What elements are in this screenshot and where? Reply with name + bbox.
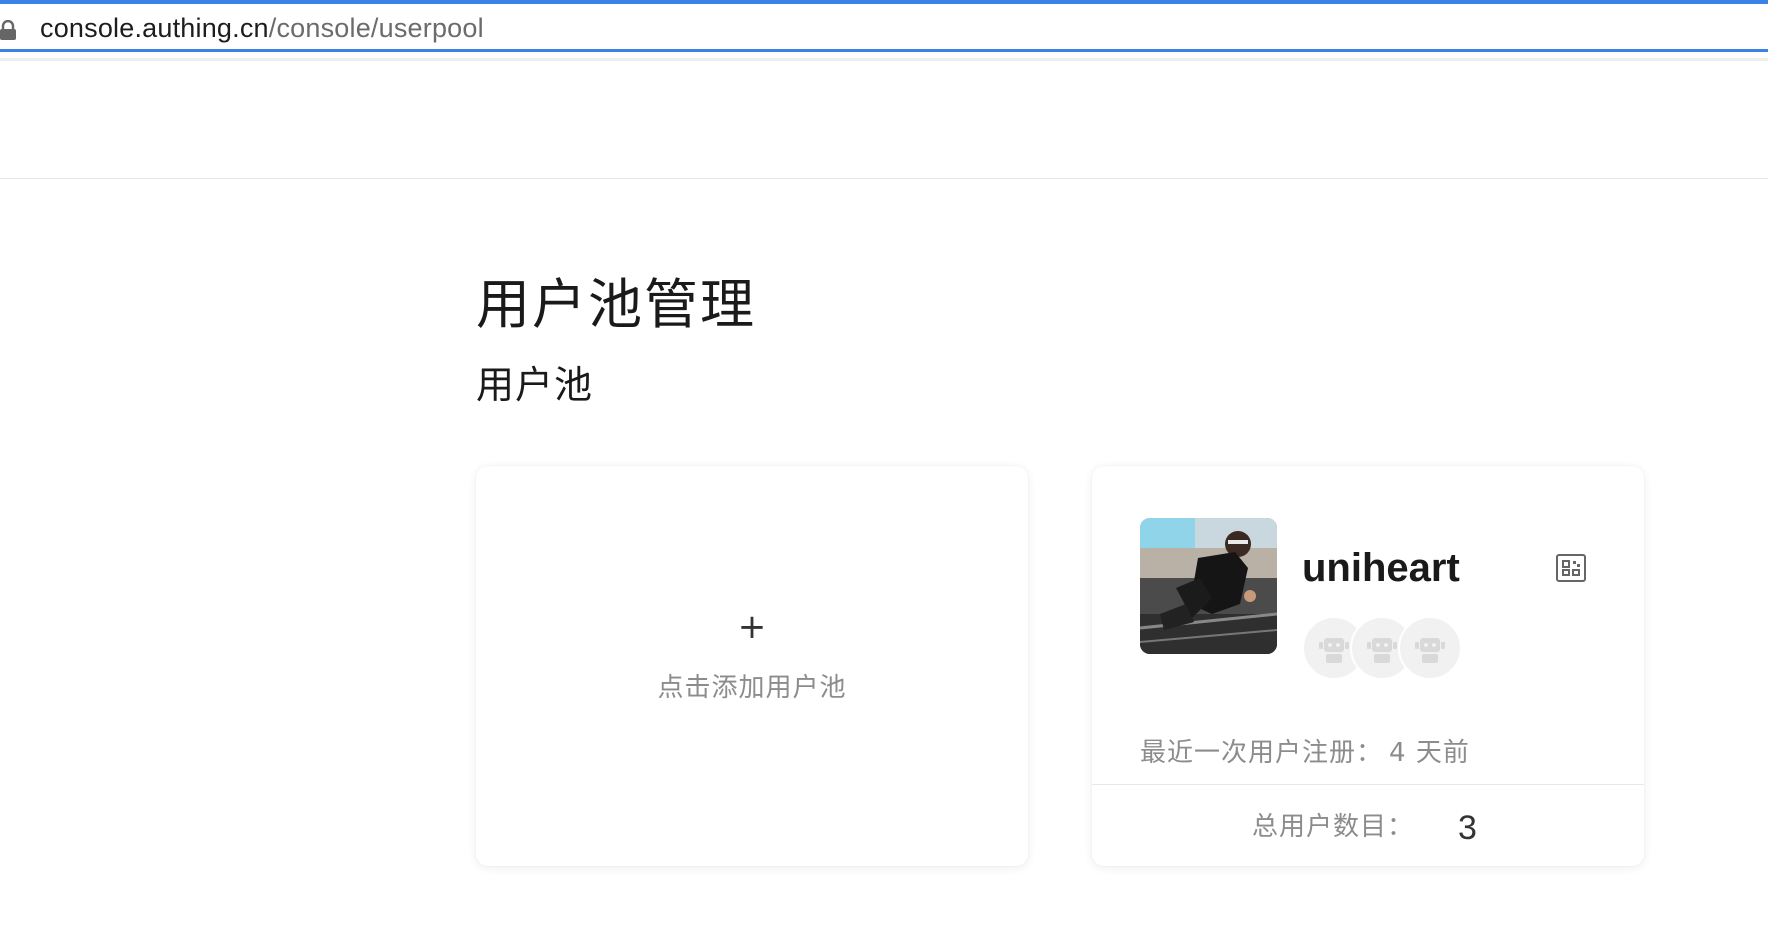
qr-code-icon[interactable] <box>1556 554 1586 582</box>
card-divider <box>1092 784 1644 785</box>
lock-icon[interactable] <box>0 19 16 40</box>
page-title: 用户池管理 <box>476 273 756 336</box>
total-users-value: 3 <box>1458 809 1477 847</box>
section-title: 用户池 <box>476 363 594 407</box>
url-domain: console.authing.cn <box>40 13 269 43</box>
add-userpool-card[interactable] <box>476 466 1028 866</box>
address-bar[interactable]: console.authing.cn/console/userpool <box>0 4 1768 52</box>
url-path: /console/userpool <box>268 13 484 43</box>
robot-avatar-icon <box>1398 616 1462 680</box>
last-register-label: 最近一次用户注册： <box>1140 738 1384 768</box>
add-userpool-label[interactable]: 点击添加用户池 <box>476 672 1028 704</box>
app-header <box>0 61 1768 178</box>
total-users-label: 总用户数目： <box>1252 812 1415 842</box>
header-divider <box>0 178 1768 179</box>
last-register-info: 最近一次用户注册： 4 天前 <box>1140 736 1470 770</box>
userpool-name[interactable]: uniheart <box>1302 544 1460 592</box>
last-register-value: 4 天前 <box>1389 738 1470 768</box>
userpool-logo[interactable] <box>1140 518 1277 654</box>
url-text[interactable]: console.authing.cn/console/userpool <box>40 13 484 43</box>
plus-icon[interactable]: + <box>476 610 1028 644</box>
recent-users-avatars <box>1302 616 1502 680</box>
